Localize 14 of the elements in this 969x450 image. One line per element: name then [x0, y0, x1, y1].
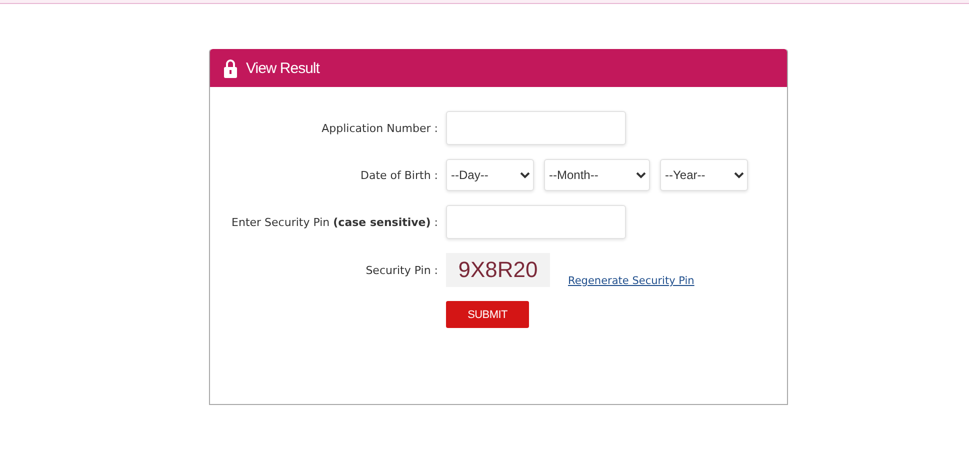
input-field[interactable] — [446, 111, 626, 145]
regenerate-link[interactable]: Regenerate Security Pin — [568, 275, 694, 287]
field-label: Security Pin : — [364, 264, 438, 276]
field-label: Application Number : — [320, 122, 438, 134]
dropdown[interactable]: --Day-- — [446, 159, 534, 191]
lock-icon — [224, 58, 237, 78]
input-field[interactable] — [446, 205, 626, 239]
dropdown[interactable]: --Year-- — [660, 159, 748, 191]
submit-button[interactable]: SUBMIT — [446, 301, 529, 328]
field-label: Date of Birth : — [360, 168, 438, 182]
field-label: Enter Security Pin (case sensitive) : — [230, 216, 438, 228]
dropdown[interactable]: --Month-- — [544, 159, 650, 191]
captcha-image: 9X8R20 — [446, 253, 550, 287]
card-title: View Result — [246, 60, 320, 76]
